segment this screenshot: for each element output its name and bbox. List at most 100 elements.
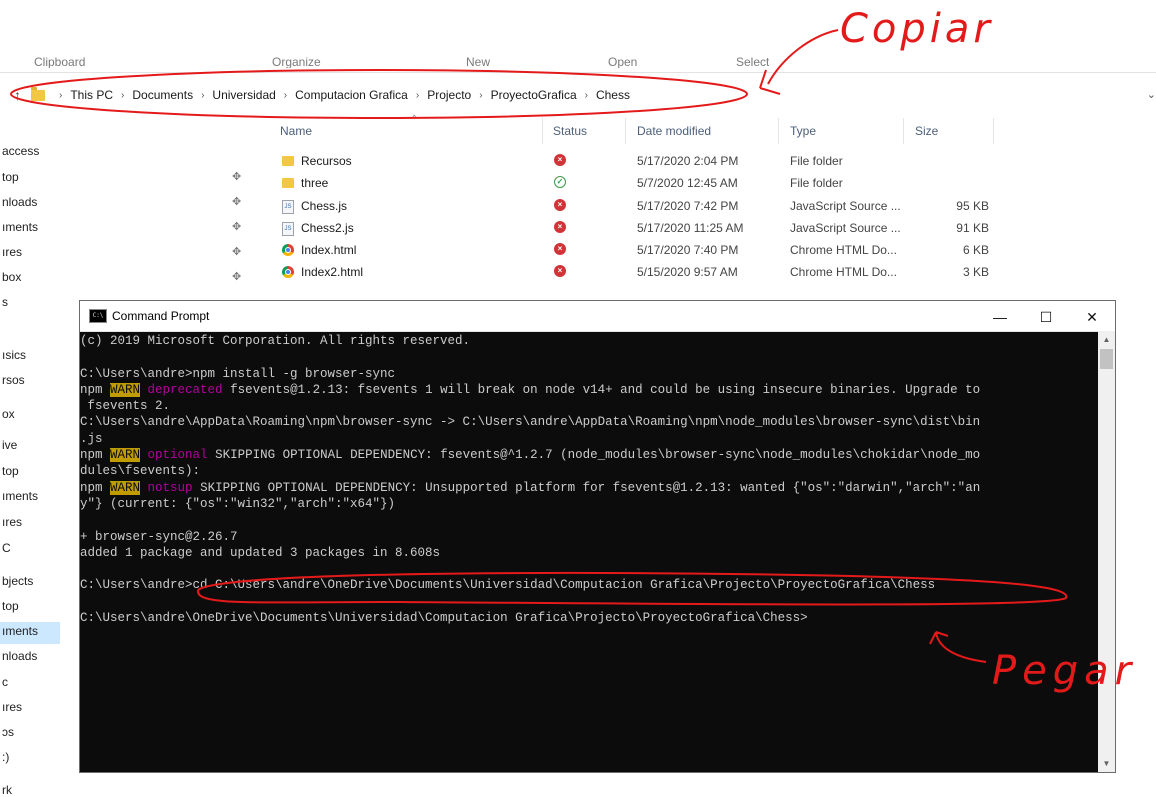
terminal-line: .js	[80, 431, 103, 446]
breadcrumb-item[interactable]: Universidad	[212, 88, 275, 102]
scroll-thumb[interactable]	[1100, 349, 1113, 369]
js-file-icon: JS	[282, 200, 294, 214]
terminal-output[interactable]: (c) 2019 Microsoft Corporation. All righ…	[80, 331, 1096, 772]
breadcrumb: › This PC › Documents › Universidad › Computaci…	[51, 88, 630, 102]
file-row[interactable]: Recursos × 5/17/2020 2:04 PM File folder	[270, 150, 1000, 172]
scroll-up-icon[interactable]: ▲	[1098, 331, 1115, 348]
terminal-line: (c) 2019 Microsoft Corporation. All righ…	[80, 334, 471, 348]
sidebar-item[interactable]: ıres	[2, 515, 22, 529]
sidebar-item[interactable]: ısics	[2, 348, 26, 362]
file-type: File folder	[790, 176, 843, 190]
file-type: JavaScript Source ...	[790, 221, 901, 235]
file-date: 5/17/2020 11:25 AM	[637, 221, 744, 235]
column-divider[interactable]	[625, 118, 626, 144]
file-row[interactable]: Index.html × 5/17/2020 7:40 PM Chrome HTML …	[270, 239, 1000, 261]
file-row[interactable]: JS Chess2.js × 5/17/2020 11:25 AM JavaScript…	[270, 217, 1000, 239]
breadcrumb-item[interactable]: Projecto	[427, 88, 471, 102]
sidebar-item[interactable]: C	[2, 541, 11, 555]
column-divider[interactable]	[778, 118, 779, 144]
file-date: 5/17/2020 7:42 PM	[637, 199, 739, 213]
column-date-modified[interactable]: Date modified	[637, 124, 711, 138]
breadcrumb-item[interactable]: ProyectoGrafica	[491, 88, 577, 102]
arrow-up-icon[interactable]: ↑	[14, 87, 21, 103]
ribbon-group-select: Select	[736, 56, 770, 68]
vertical-scrollbar[interactable]: ▲ ▼	[1098, 331, 1115, 772]
column-divider[interactable]	[903, 118, 904, 144]
sidebar-item[interactable]: rk	[2, 783, 12, 797]
sidebar-item[interactable]: bjects	[2, 574, 33, 588]
sidebar-item[interactable]: access	[2, 144, 39, 158]
sidebar-item[interactable]: ox	[2, 407, 15, 421]
scroll-down-icon[interactable]: ▼	[1098, 755, 1115, 772]
close-button[interactable]: ✕	[1069, 303, 1115, 331]
column-type[interactable]: Type	[790, 124, 816, 138]
chevron-down-icon[interactable]: ⌄	[1147, 88, 1156, 101]
ribbon-group-clipboard: Clipboard	[34, 56, 86, 68]
pin-icon[interactable]: ✥	[232, 220, 241, 233]
sidebar-item[interactable]: nloads	[2, 649, 37, 663]
file-type: JavaScript Source ...	[790, 199, 901, 213]
file-name[interactable]: Chess2.js	[301, 221, 354, 235]
sync-error-icon: ×	[554, 199, 566, 211]
column-divider[interactable]	[542, 118, 543, 144]
file-row[interactable]: three ✓ 5/7/2020 12:45 AM File folder	[270, 172, 1000, 194]
sidebar-item[interactable]: ıments	[2, 220, 38, 234]
file-size: 6 KB	[962, 243, 989, 257]
file-row[interactable]: Index2.html × 5/15/2020 9:57 AM Chrome HTML…	[270, 261, 1000, 283]
breadcrumb-item[interactable]: Documents	[132, 88, 193, 102]
sidebar-item[interactable]: ıres	[2, 245, 22, 259]
file-name[interactable]: Chess.js	[301, 199, 347, 213]
sidebar-item[interactable]: s	[2, 295, 8, 309]
address-bar[interactable]: ↑ › This PC › Documents › Universidad › Computa…	[8, 80, 1156, 110]
sidebar-item[interactable]: top	[2, 170, 19, 184]
file-date: 5/15/2020 9:57 AM	[637, 265, 738, 279]
file-name[interactable]: Index2.html	[301, 265, 363, 279]
chevron-right-icon[interactable]: ›	[201, 90, 204, 101]
column-size[interactable]: Size	[915, 124, 938, 138]
pin-icon[interactable]: ✥	[232, 195, 241, 208]
sidebar-item[interactable]: top	[2, 464, 19, 478]
chevron-right-icon[interactable]: ›	[585, 90, 588, 101]
chevron-right-icon[interactable]: ›	[284, 90, 287, 101]
column-name[interactable]: Name	[280, 124, 312, 138]
pin-icon[interactable]: ✥	[232, 245, 241, 258]
sync-error-icon: ×	[554, 265, 566, 277]
pin-icon[interactable]: ✥	[232, 170, 241, 183]
file-row[interactable]: JS Chess.js × 5/17/2020 7:42 PM JavaScript S…	[270, 195, 1000, 217]
file-name[interactable]: three	[301, 176, 328, 190]
command-prompt-window[interactable]: C:\ Command Prompt — ☐ ✕ (c) 2019 Micros…	[79, 300, 1116, 773]
pin-icon[interactable]: ✥	[232, 270, 241, 283]
sidebar-item[interactable]: nloads	[2, 195, 37, 209]
sidebar-item[interactable]: ɔs	[2, 725, 14, 739]
sidebar-item[interactable]: ıres	[2, 700, 22, 714]
title-bar[interactable]: C:\ Command Prompt — ☐ ✕	[80, 301, 1115, 332]
sidebar-item[interactable]: top	[2, 599, 19, 613]
sidebar-item[interactable]: :)	[2, 750, 9, 764]
chevron-right-icon[interactable]: ›	[59, 90, 62, 101]
sidebar-item[interactable]: ive	[2, 438, 17, 452]
file-name[interactable]: Recursos	[301, 154, 352, 168]
file-name[interactable]: Index.html	[301, 243, 356, 257]
maximize-button[interactable]: ☐	[1023, 303, 1069, 331]
chevron-right-icon[interactable]: ›	[416, 90, 419, 101]
sidebar-item[interactable]: ıments	[2, 624, 38, 638]
file-type: File folder	[790, 154, 843, 168]
sidebar-item[interactable]: rsos	[2, 373, 25, 387]
chevron-right-icon[interactable]: ›	[479, 90, 482, 101]
terminal-line: C:\Users\andre\OneDrive\Documents\Univer…	[80, 611, 808, 626]
breadcrumb-item[interactable]: This PC	[70, 88, 113, 102]
column-divider[interactable]	[993, 118, 994, 144]
js-file-icon: JS	[282, 222, 294, 236]
sidebar-item[interactable]: ıments	[2, 489, 38, 503]
breadcrumb-item[interactable]: Computacion Grafica	[295, 88, 408, 102]
sidebar-item[interactable]: c	[2, 675, 8, 689]
ribbon-group-new: New	[466, 56, 491, 68]
chevron-right-icon[interactable]: ›	[121, 90, 124, 101]
terminal-line: npm WARN optional SKIPPING OPTIONAL DEPE…	[80, 448, 981, 463]
column-status[interactable]: Status	[553, 124, 587, 138]
breadcrumb-item[interactable]: Chess	[596, 88, 630, 102]
sidebar-item[interactable]: box	[2, 270, 21, 284]
minimize-button[interactable]: —	[977, 303, 1023, 331]
